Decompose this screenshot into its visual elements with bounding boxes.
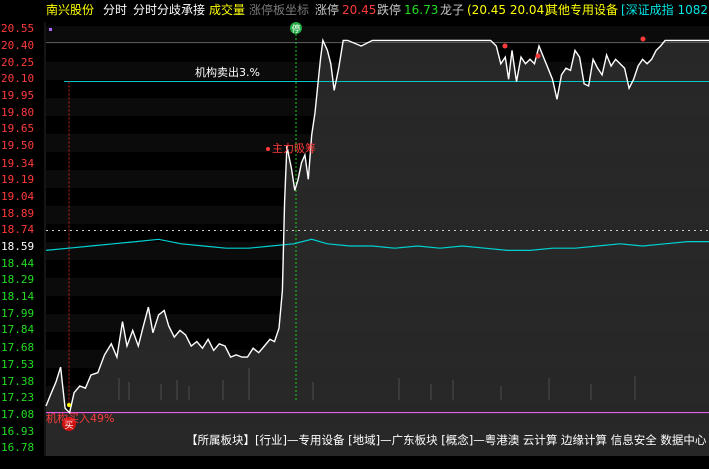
- price-tick-label: 18.74: [1, 223, 35, 237]
- volume-bar: [118, 378, 120, 400]
- price-tick-label: 19.95: [1, 89, 35, 102]
- price-tick-label: 17.53: [1, 357, 35, 371]
- price-tick-label: 19.04: [1, 190, 35, 204]
- price-tick-label: 17.08: [1, 407, 35, 421]
- price-tick-label: 18.14: [1, 290, 35, 304]
- price-tick-label: 17.38: [1, 374, 35, 388]
- price-tick-label: 20.40: [1, 39, 35, 52]
- price-tick-label: 17.23: [1, 391, 35, 405]
- limit-marker-text: 停: [291, 23, 300, 35]
- volume-bar: [452, 380, 454, 400]
- buy-point-dot: [67, 403, 71, 407]
- price-tick-label: 20.10: [1, 72, 35, 86]
- price-tick-label: 17.84: [1, 323, 35, 337]
- volume-bar: [548, 378, 550, 400]
- price-tick-label: 19.50: [1, 139, 35, 152]
- price-tick-label: 19.80: [1, 105, 35, 119]
- price-tick-label: 19.65: [1, 122, 35, 136]
- volume-bar: [248, 368, 250, 400]
- volume-bar: [160, 384, 162, 400]
- volume-bar: [128, 382, 130, 400]
- volume-bar: [590, 384, 592, 400]
- price-tick-label: 17.68: [1, 341, 35, 355]
- volume-bar: [312, 382, 314, 400]
- volume-bar: [222, 380, 224, 400]
- price-tick-label: 16.93: [1, 424, 35, 438]
- price-tick-label: 16.78: [1, 441, 35, 455]
- price-tick-label: 18.44: [1, 256, 35, 270]
- price-tick-label: 19.19: [1, 173, 35, 187]
- price-tick-label: 17.99: [1, 306, 35, 320]
- price-tick-label: 18.59: [1, 240, 35, 254]
- chart-corner-marker: [49, 28, 52, 31]
- intraday-chart[interactable]: 停买: [0, 0, 709, 469]
- price-tick-label: 20.55: [1, 22, 35, 36]
- signal-dot: [502, 43, 508, 49]
- volume-bar: [634, 376, 636, 400]
- main-force-label: 主力吸筹: [272, 142, 316, 155]
- price-tick-label: 19.34: [1, 156, 35, 170]
- main-force-dot-icon: [266, 147, 270, 151]
- price-tick-label: 20.25: [1, 55, 35, 69]
- price-tick-label: 18.89: [1, 206, 35, 220]
- price-tick-label: 18.29: [1, 273, 35, 287]
- volume-bar: [176, 380, 178, 400]
- volume-bar: [188, 386, 190, 400]
- signal-dot: [640, 36, 646, 42]
- price-axis: 20.55 20.40 20.25 20.10 19.95 19.80 19.65 19.50…: [0, 22, 44, 456]
- institution-buy-annotation: 机构买入49%: [46, 412, 115, 425]
- main-force-annotation: 主力吸筹: [266, 140, 316, 156]
- signal-dot: [535, 53, 541, 59]
- volume-bar: [430, 384, 432, 400]
- volume-bar: [398, 378, 400, 400]
- institution-sell-annotation: 机构卖出3.%: [195, 66, 260, 79]
- volume-bar: [500, 386, 502, 400]
- sector-banner: 【所属板块】[行业]—专用设备 [地域]—广东板块 [概念]—粤港澳 云计算 边…: [186, 433, 707, 447]
